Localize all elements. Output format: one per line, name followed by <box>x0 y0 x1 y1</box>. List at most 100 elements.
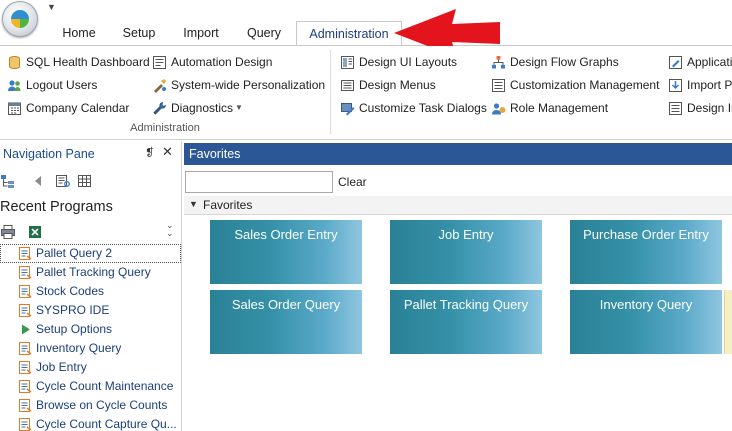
favorite-tile[interactable]: Pallet Tracking Query <box>390 290 542 354</box>
automation-design-label: Automation Design <box>171 55 273 69</box>
recent-program-label: Cycle Count Maintenance <box>36 379 174 393</box>
tab-import[interactable]: Import <box>174 21 228 46</box>
recent-program-item[interactable]: Job Entry <box>0 358 181 377</box>
chevron-double-down-icon[interactable]: ⌄ ⌄ <box>166 221 174 238</box>
favorites-search-input[interactable] <box>185 171 333 193</box>
grid-view-icon[interactable] <box>77 173 93 189</box>
recent-program-label: Job Entry <box>36 360 87 374</box>
app-menu-orb[interactable] <box>2 1 38 37</box>
design-ui-layouts-label: Design UI Layouts <box>359 55 458 69</box>
search-list-icon[interactable] <box>55 173 71 189</box>
tree-view-icon[interactable] <box>0 173 16 189</box>
program-icon <box>18 341 33 356</box>
favorite-tile-partial[interactable] <box>724 290 732 354</box>
favorites-header: Favorites <box>184 143 732 165</box>
chevron-down-icon: ▼ <box>235 103 243 112</box>
system-wide-personalization-button[interactable]: System-wide Personalization <box>152 75 325 95</box>
recent-program-label: Browse on Cycle Counts <box>36 398 168 412</box>
sql-health-dashboard-button[interactable]: SQL Health Dashboard <box>7 52 150 72</box>
automation-design-button[interactable]: Automation Design <box>152 52 272 72</box>
application-label: Applicati <box>687 55 732 69</box>
automation-icon <box>152 55 167 70</box>
recent-program-item[interactable]: Pallet Query 2 <box>0 244 181 263</box>
recent-program-item[interactable]: Browse on Cycle Counts <box>0 396 181 415</box>
recent-program-item[interactable]: SYSPRO IDE <box>0 301 181 320</box>
dialog-icon <box>340 101 355 116</box>
recent-program-item[interactable]: Setup Options <box>0 320 181 339</box>
role-management-button[interactable]: Role Management <box>491 98 608 118</box>
pin-icon[interactable]: ❡ <box>145 146 154 159</box>
import-label: Import P <box>687 78 732 92</box>
recent-program-item[interactable]: Cycle Count Capture Qu... <box>0 415 181 431</box>
recent-program-label: Pallet Tracking Query <box>36 265 151 279</box>
design-menus-button[interactable]: Design Menus <box>340 75 436 95</box>
program-icon <box>18 246 33 261</box>
customization-management-button[interactable]: Customization Management <box>491 75 659 95</box>
program-icon <box>18 265 33 280</box>
program-icon <box>18 360 33 375</box>
navigation-pane: Navigation Pane ❡ ✕ Recent Programs ⌄ ⌄ P… <box>0 141 182 431</box>
play-icon <box>18 322 33 337</box>
favorites-group-header[interactable]: ▼ Favorites <box>184 196 732 215</box>
ribbon-group-separator <box>330 50 331 134</box>
application-button[interactable]: Applicati <box>668 52 732 72</box>
design-in-button[interactable]: Design In <box>668 98 732 118</box>
recent-programs-title: Recent Programs <box>0 199 113 215</box>
program-icon <box>18 303 33 318</box>
company-calendar-button[interactable]: Company Calendar <box>7 98 129 118</box>
logout-users-label: Logout Users <box>26 78 98 92</box>
sql-health-dashboard-label: SQL Health Dashboard <box>26 55 150 69</box>
chevron-down-icon[interactable]: ▼ <box>189 199 198 209</box>
users-icon <box>7 78 22 93</box>
quick-access-dropdown-icon[interactable]: ▼ <box>47 2 56 12</box>
close-icon[interactable]: ✕ <box>162 144 173 160</box>
customize-task-dialogs-label: Customize Task Dialogs <box>359 101 487 115</box>
diagnostics-label: Diagnostics <box>171 101 234 115</box>
ribbon-group-label: Administration <box>130 122 200 134</box>
favorite-tile[interactable]: Purchase Order Entry <box>570 220 722 284</box>
program-icon <box>18 284 33 299</box>
ribbon: SQL Health Dashboard Logout Users Compan… <box>0 46 732 140</box>
design-in-label: Design In <box>687 101 732 115</box>
logout-users-button[interactable]: Logout Users <box>7 75 97 95</box>
back-arrow-icon[interactable] <box>30 173 46 189</box>
import-button[interactable]: Import P <box>668 75 732 95</box>
program-icon <box>18 398 33 413</box>
recent-program-item[interactable]: Stock Codes <box>0 282 181 301</box>
design-flow-graphs-label: Design Flow Graphs <box>510 55 619 69</box>
recent-program-item[interactable]: Pallet Tracking Query <box>0 263 181 282</box>
print-icon[interactable] <box>0 224 16 240</box>
program-icon <box>18 379 33 394</box>
design-flow-graphs-button[interactable]: Design Flow Graphs <box>491 52 619 72</box>
layout-icon <box>340 55 355 70</box>
favorite-tile[interactable]: Sales Order Query <box>210 290 362 354</box>
tab-home[interactable]: Home <box>55 21 103 46</box>
recent-program-label: SYSPRO IDE <box>36 303 110 317</box>
tab-setup[interactable]: Setup <box>114 21 164 46</box>
favorite-tile[interactable]: Inventory Query <box>570 290 722 354</box>
design-ui-layouts-button[interactable]: Design UI Layouts <box>340 52 457 72</box>
wrench-icon <box>152 101 167 116</box>
recent-program-label: Stock Codes <box>36 284 105 298</box>
navigation-pane-title: Navigation Pane <box>3 147 95 161</box>
tab-administration[interactable]: Administration <box>296 21 402 46</box>
role-icon <box>491 101 506 116</box>
excel-export-icon[interactable] <box>27 224 43 240</box>
favorite-tile[interactable]: Job Entry <box>390 220 542 284</box>
application-icon <box>668 55 683 70</box>
customize-task-dialogs-button[interactable]: Customize Task Dialogs <box>340 98 487 118</box>
tab-query[interactable]: Query <box>238 21 290 46</box>
recent-program-item[interactable]: Inventory Query <box>0 339 181 358</box>
role-management-label: Role Management <box>510 101 609 115</box>
system-wide-personalization-label: System-wide Personalization <box>171 78 326 92</box>
import-icon <box>668 78 683 93</box>
clear-button[interactable]: Clear <box>338 175 367 189</box>
diagnostics-button[interactable]: Diagnostics ▼ <box>152 98 243 118</box>
personalization-icon <box>152 78 167 93</box>
design-menus-label: Design Menus <box>359 78 436 92</box>
favorite-tile[interactable]: Sales Order Entry <box>210 220 362 284</box>
recent-program-item[interactable]: Cycle Count Maintenance <box>0 377 181 396</box>
design-icon <box>668 101 683 116</box>
program-icon <box>18 417 33 431</box>
company-calendar-label: Company Calendar <box>26 101 130 115</box>
